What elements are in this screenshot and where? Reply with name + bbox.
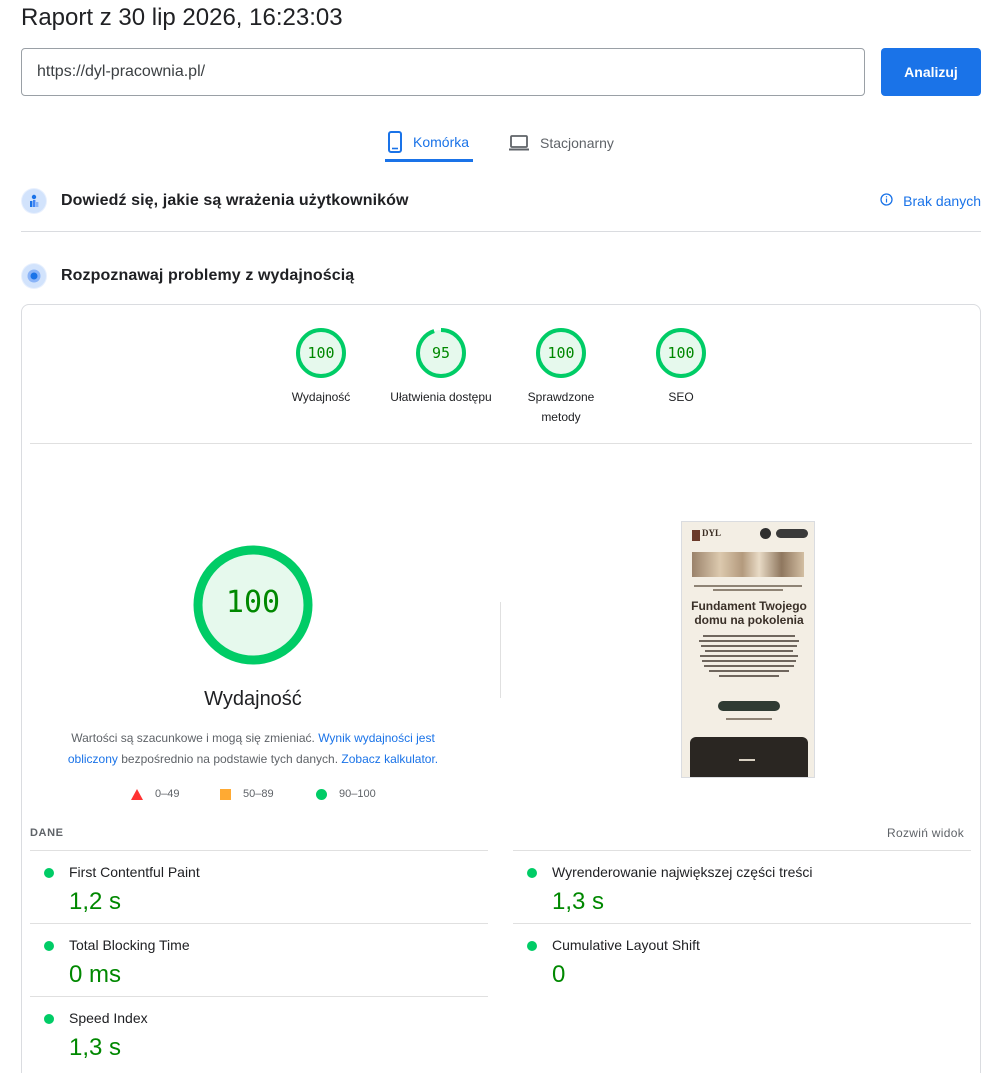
metric-tbt: Total Blocking Time 0 ms — [30, 923, 488, 996]
metric-name: Wyrenderowanie największej części treści — [552, 864, 813, 880]
pass-dot-icon — [44, 941, 54, 951]
tools-icon — [739, 747, 755, 761]
score-gauge-performance[interactable]: 100 Wydajność — [261, 327, 381, 407]
thumbnail-button — [776, 529, 808, 538]
score-gauge-seo[interactable]: 100 SEO — [621, 327, 741, 407]
metric-value: 1,3 s — [69, 1034, 122, 1061]
metric-value: 0 — [552, 961, 566, 988]
metric-name: First Contentful Paint — [69, 864, 200, 880]
report-title: Raport z 30 lip 2026, 16:23:03 — [21, 4, 343, 31]
score-gauge-accessibility[interactable]: 95 Ułatwienia dostępu — [381, 327, 501, 407]
pass-dot-icon — [44, 1014, 54, 1024]
legend-range: 0–49 — [155, 788, 180, 800]
pass-dot-icon — [527, 868, 537, 878]
tab-mobile[interactable]: Komórka — [385, 124, 473, 162]
metric-speed-index: Speed Index 1,3 s — [30, 996, 488, 1069]
metric-name: Total Blocking Time — [69, 937, 190, 953]
thumbnail-headline-line: Fundament Twojego — [691, 599, 807, 613]
info-icon — [880, 193, 893, 209]
thumbnail-logo-text: DYL — [702, 528, 722, 538]
metric-cls: Cumulative Layout Shift 0 — [513, 923, 971, 996]
vertical-divider — [500, 602, 501, 698]
analyze-button[interactable]: Analizuj — [881, 48, 981, 96]
triangle-icon — [131, 788, 143, 800]
score-value: 95 — [431, 344, 451, 362]
thumbnail-cta — [718, 701, 780, 711]
legend-item-fail: 0–49 — [131, 788, 179, 800]
field-data-title: Dowiedź się, jakie są wrażenia użytkowni… — [61, 192, 409, 209]
score-value: 100 — [667, 344, 695, 362]
thumbnail-header: DYL — [688, 527, 808, 541]
score-label: SEO — [668, 390, 694, 404]
laptop-icon — [508, 134, 530, 152]
metrics-header: DANE — [30, 827, 64, 839]
score-label: Sprawdzone metody — [527, 390, 595, 424]
calculator-link[interactable]: Zobacz kalkulator. — [341, 752, 438, 766]
no-data-label: Brak danych — [903, 193, 981, 209]
smartphone-icon — [387, 130, 403, 153]
pass-dot-icon — [527, 941, 537, 951]
thumbnail-image — [692, 552, 804, 577]
thumbnail-paragraph — [698, 632, 800, 680]
field-data-section: Dowiedź się, jakie są wrażenia użytkowni… — [21, 183, 981, 219]
legend-item-pass: 90–100 — [316, 788, 376, 800]
no-data-link[interactable]: Brak danych — [880, 193, 981, 209]
performance-label: Wydajność — [204, 688, 302, 710]
expand-view-toggle[interactable]: Rozwiń widok — [887, 826, 964, 840]
performance-note: Wartości są szacunkowe i mogą się zmieni… — [58, 728, 448, 770]
circle-icon — [316, 788, 327, 800]
metric-value: 1,2 s — [69, 888, 122, 915]
square-icon — [220, 788, 231, 800]
users-icon — [21, 188, 47, 214]
thumbnail-headline-line: domu na pokolenia — [694, 613, 804, 627]
score-label: Ułatwienia dostępu — [390, 390, 492, 404]
score-value: 100 — [307, 344, 335, 362]
page-screenshot-thumbnail[interactable]: DYL Fundament Twojego domu na pokolenia — [681, 521, 815, 778]
metric-lcp: Wyrenderowanie największej części treści… — [513, 850, 971, 923]
tab-desktop-label: Stacjonarny — [540, 135, 614, 151]
legend-range: 50–89 — [243, 788, 274, 800]
score-value: 100 — [547, 344, 575, 362]
metric-fcp: First Contentful Paint 1,2 s — [30, 850, 488, 923]
metric-name: Cumulative Layout Shift — [552, 937, 700, 953]
pass-dot-icon — [44, 868, 54, 878]
tab-mobile-label: Komórka — [413, 133, 470, 150]
tab-desktop[interactable]: Stacjonarny — [508, 124, 614, 162]
section-divider — [21, 231, 981, 232]
thumbnail-headline: Fundament Twojego domu na pokolenia — [686, 599, 812, 627]
score-gauge-best-practices[interactable]: 100 Sprawdzone metody — [501, 327, 621, 427]
url-input[interactable] — [21, 48, 865, 96]
lab-data-section: Rozpoznawaj problemy z wydajnością — [21, 258, 981, 294]
lab-data-title: Rozpoznawaj problemy z wydajnością — [61, 267, 355, 284]
card-divider — [30, 443, 972, 444]
thumbnail-breadcrumb — [692, 583, 804, 595]
legend-item-average: 50–89 — [220, 788, 274, 800]
legend-range: 90–100 — [339, 788, 376, 800]
menu-icon — [760, 528, 771, 539]
performance-score: 100 — [225, 585, 281, 620]
logo-icon — [692, 530, 700, 541]
note-text: Wartości są szacunkowe i mogą się zmieni… — [71, 731, 315, 745]
thumbnail-link — [726, 718, 772, 720]
note-text: bezpośrednio na podstawie tych danych. — [121, 752, 339, 766]
score-label: Wydajność — [291, 390, 351, 404]
metric-name: Speed Index — [69, 1010, 148, 1026]
diagnostics-icon — [21, 263, 47, 289]
metric-value: 0 ms — [69, 961, 122, 988]
metric-value: 1,3 s — [552, 888, 605, 915]
